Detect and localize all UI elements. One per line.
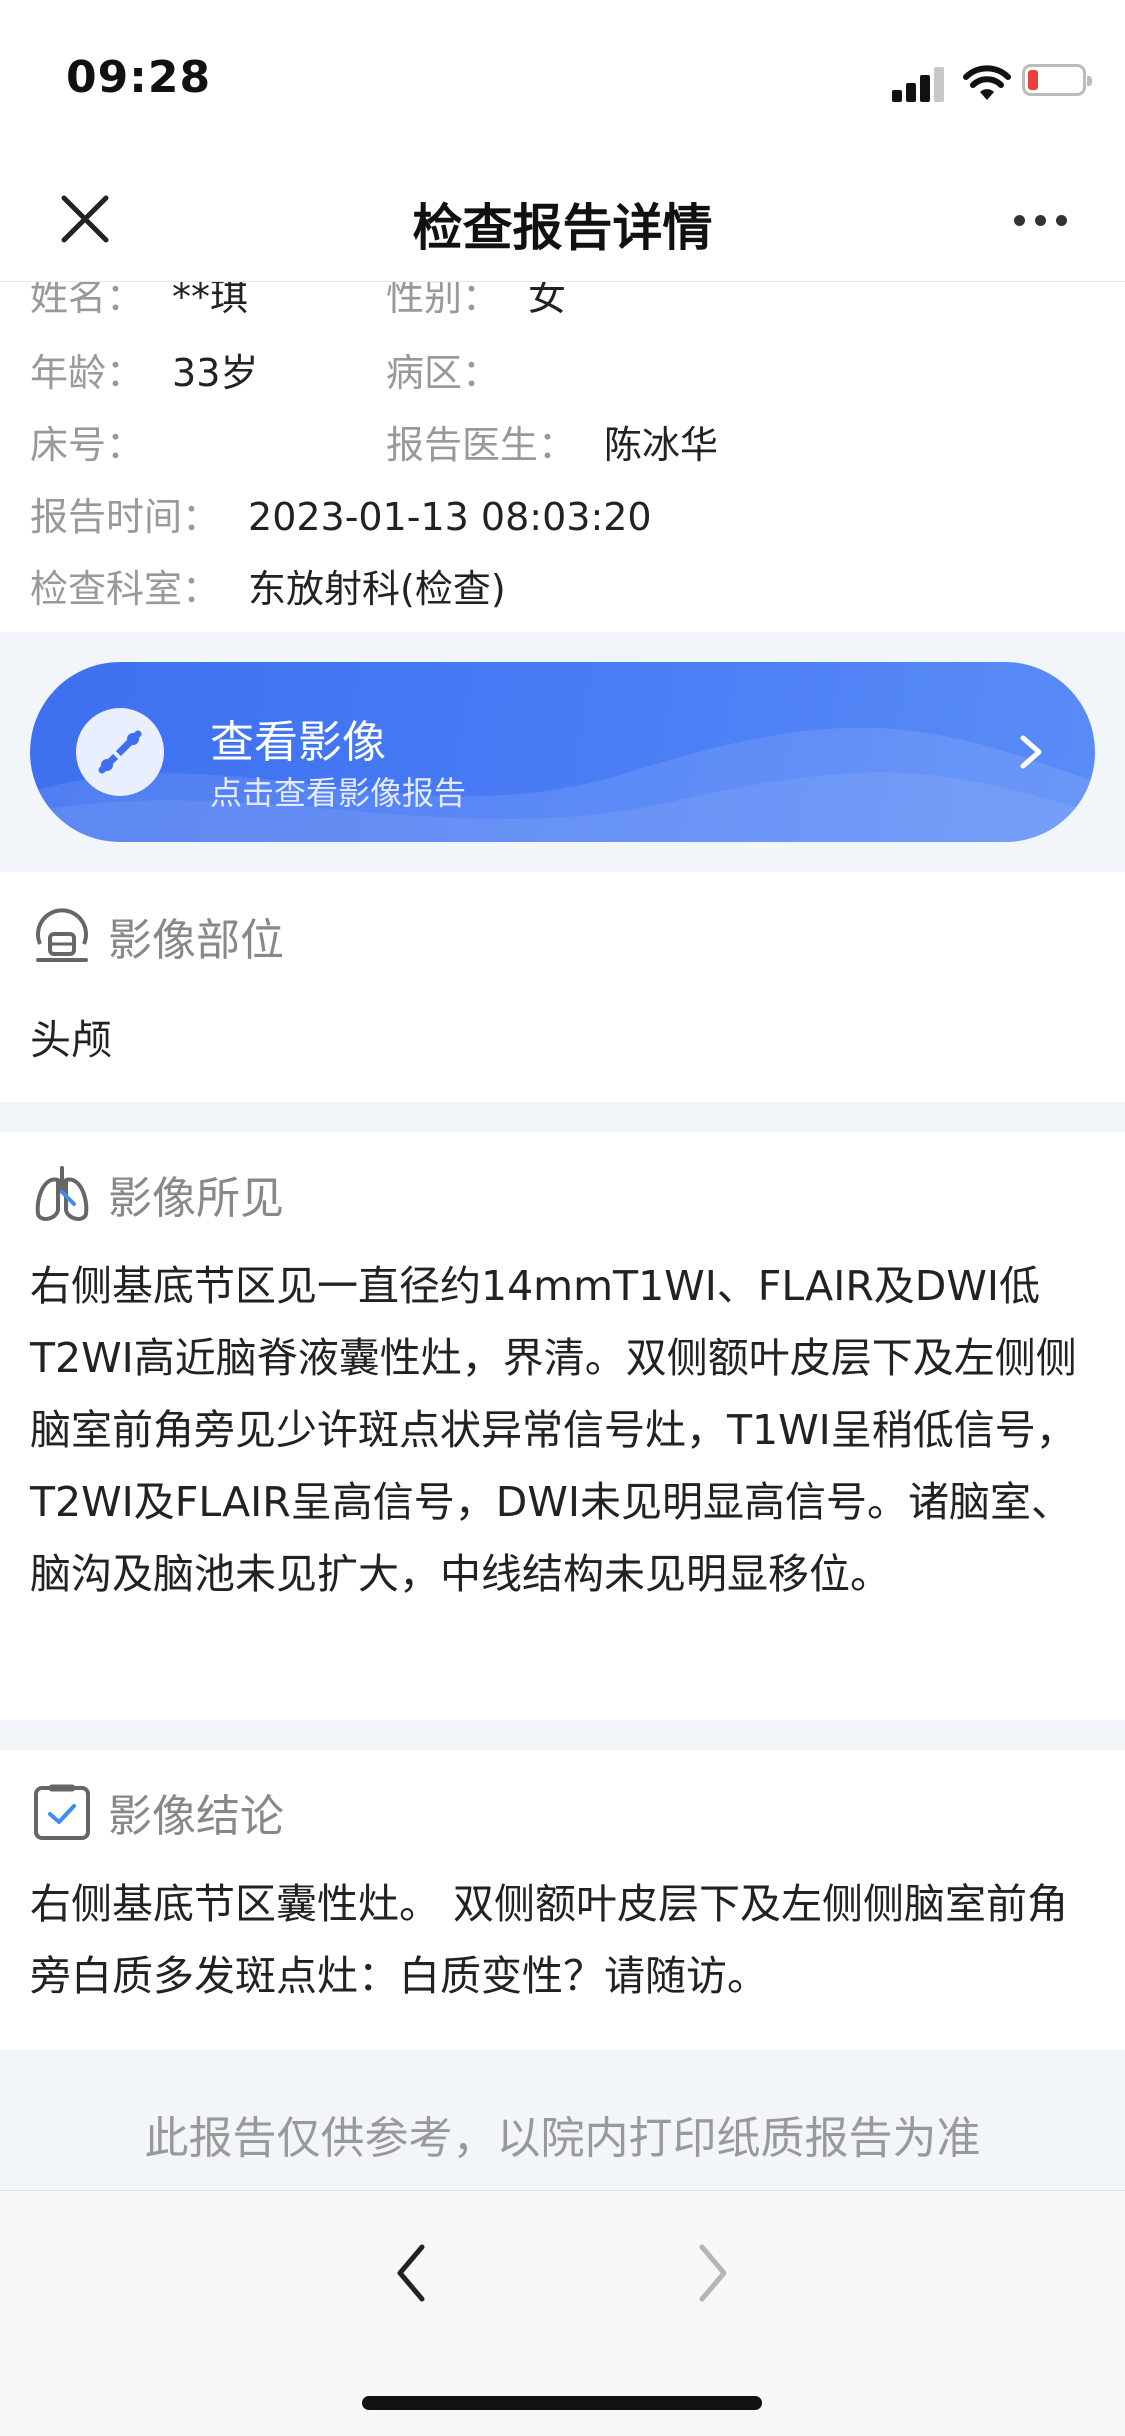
patient-info: 姓名： **琪 性别： 女 年龄： 33岁 病区： 床号： 报告医生： 陈冰华 报告时间… (0, 282, 1125, 632)
report-time-value: 2023-01-13 08:03:20 (248, 495, 652, 539)
doctor-label: 报告医生： (386, 423, 577, 467)
ward-row: 病区： (386, 342, 528, 397)
bed-row: 床号： (30, 414, 172, 469)
view-images-button[interactable]: 查看影像 点击查看影像报告 (30, 662, 1095, 842)
wifi-icon (963, 65, 1011, 100)
section-title: 影像所见 (108, 1173, 284, 1224)
doctor-value: 陈冰华 (604, 423, 719, 467)
battery-icon (1022, 64, 1092, 96)
section-divider (0, 1720, 1125, 1750)
chevron-right-icon (1020, 735, 1042, 769)
section-divider (0, 1102, 1125, 1132)
disclaimer-note: 此报告仅供参考，以院内打印纸质报告为准 (144, 2113, 981, 2164)
ward-label: 病区： (386, 351, 501, 395)
section-title: 影像部位 (108, 915, 284, 966)
section-content: 右侧基底节区囊性灶。 双侧额叶皮层下及左侧侧脑室前角旁白质多发斑点灶：白质变性？… (30, 1880, 1069, 2000)
section-image-part: 影像部位 头颅 (0, 872, 1125, 1102)
nav-bar: 检查报告详情 (0, 160, 1125, 282)
age-label: 年龄： (30, 351, 145, 395)
report-time-label: 报告时间： (30, 495, 221, 539)
gender-row: 性别： 女 (386, 282, 566, 321)
section-content: 头颅 (30, 1016, 112, 1064)
cellular-signal-icon (892, 66, 948, 102)
back-arrow-icon[interactable] (388, 2233, 434, 2313)
name-value: **琪 (172, 282, 249, 319)
department-label: 检查科室： (30, 567, 221, 611)
lungs-icon (35, 1166, 89, 1221)
section-title: 影像结论 (108, 1791, 284, 1842)
more-options-icon[interactable] (1008, 210, 1074, 234)
section-findings: 影像所见 右侧基底节区见一直径约14mmT1WI、FLAIR及DWI低T2WI高… (0, 1132, 1125, 1720)
card-title: 查看影像 (210, 717, 386, 768)
page-title: 检查报告详情 (412, 199, 713, 257)
section-header: 影像结论 (30, 1780, 284, 1844)
status-bar: 09:28 (0, 0, 1125, 160)
department-row: 检查科室： 东放射科(检查) (30, 558, 506, 613)
link-icon (76, 708, 164, 796)
section-conclusion: 影像结论 右侧基底节区囊性灶。 双侧额叶皮层下及左侧侧脑室前角旁白质多发斑点灶：… (0, 1750, 1125, 2050)
home-indicator (362, 2396, 762, 2410)
age-value: 33岁 (172, 351, 259, 395)
section-content: 右侧基底节区见一直径约14mmT1WI、FLAIR及DWI低T2WI高近脑脊液囊… (30, 1262, 1077, 1598)
clipboard-check-icon (34, 1784, 90, 1840)
card-subtitle: 点击查看影像报告 (210, 774, 467, 812)
forward-arrow-icon[interactable] (690, 2233, 736, 2313)
section-header: 影像所见 (30, 1162, 284, 1226)
report-time-row: 报告时间： 2023-01-13 08:03:20 (30, 486, 652, 541)
department-value: 东放射科(检查) (248, 567, 506, 611)
section-header: 影像部位 (30, 904, 284, 968)
status-time: 09:28 (66, 52, 212, 103)
gender-label: 性别： (386, 282, 501, 319)
name-label: 姓名： (30, 282, 145, 319)
bed-label: 床号： (30, 423, 145, 467)
gender-value: 女 (528, 282, 567, 319)
doctor-row: 报告医生： 陈冰华 (386, 414, 718, 469)
card-wave-decoration (30, 727, 1095, 842)
name-row: 姓名： **琪 (30, 282, 248, 321)
age-row: 年龄： 33岁 (30, 342, 258, 397)
scanner-icon (36, 908, 88, 962)
